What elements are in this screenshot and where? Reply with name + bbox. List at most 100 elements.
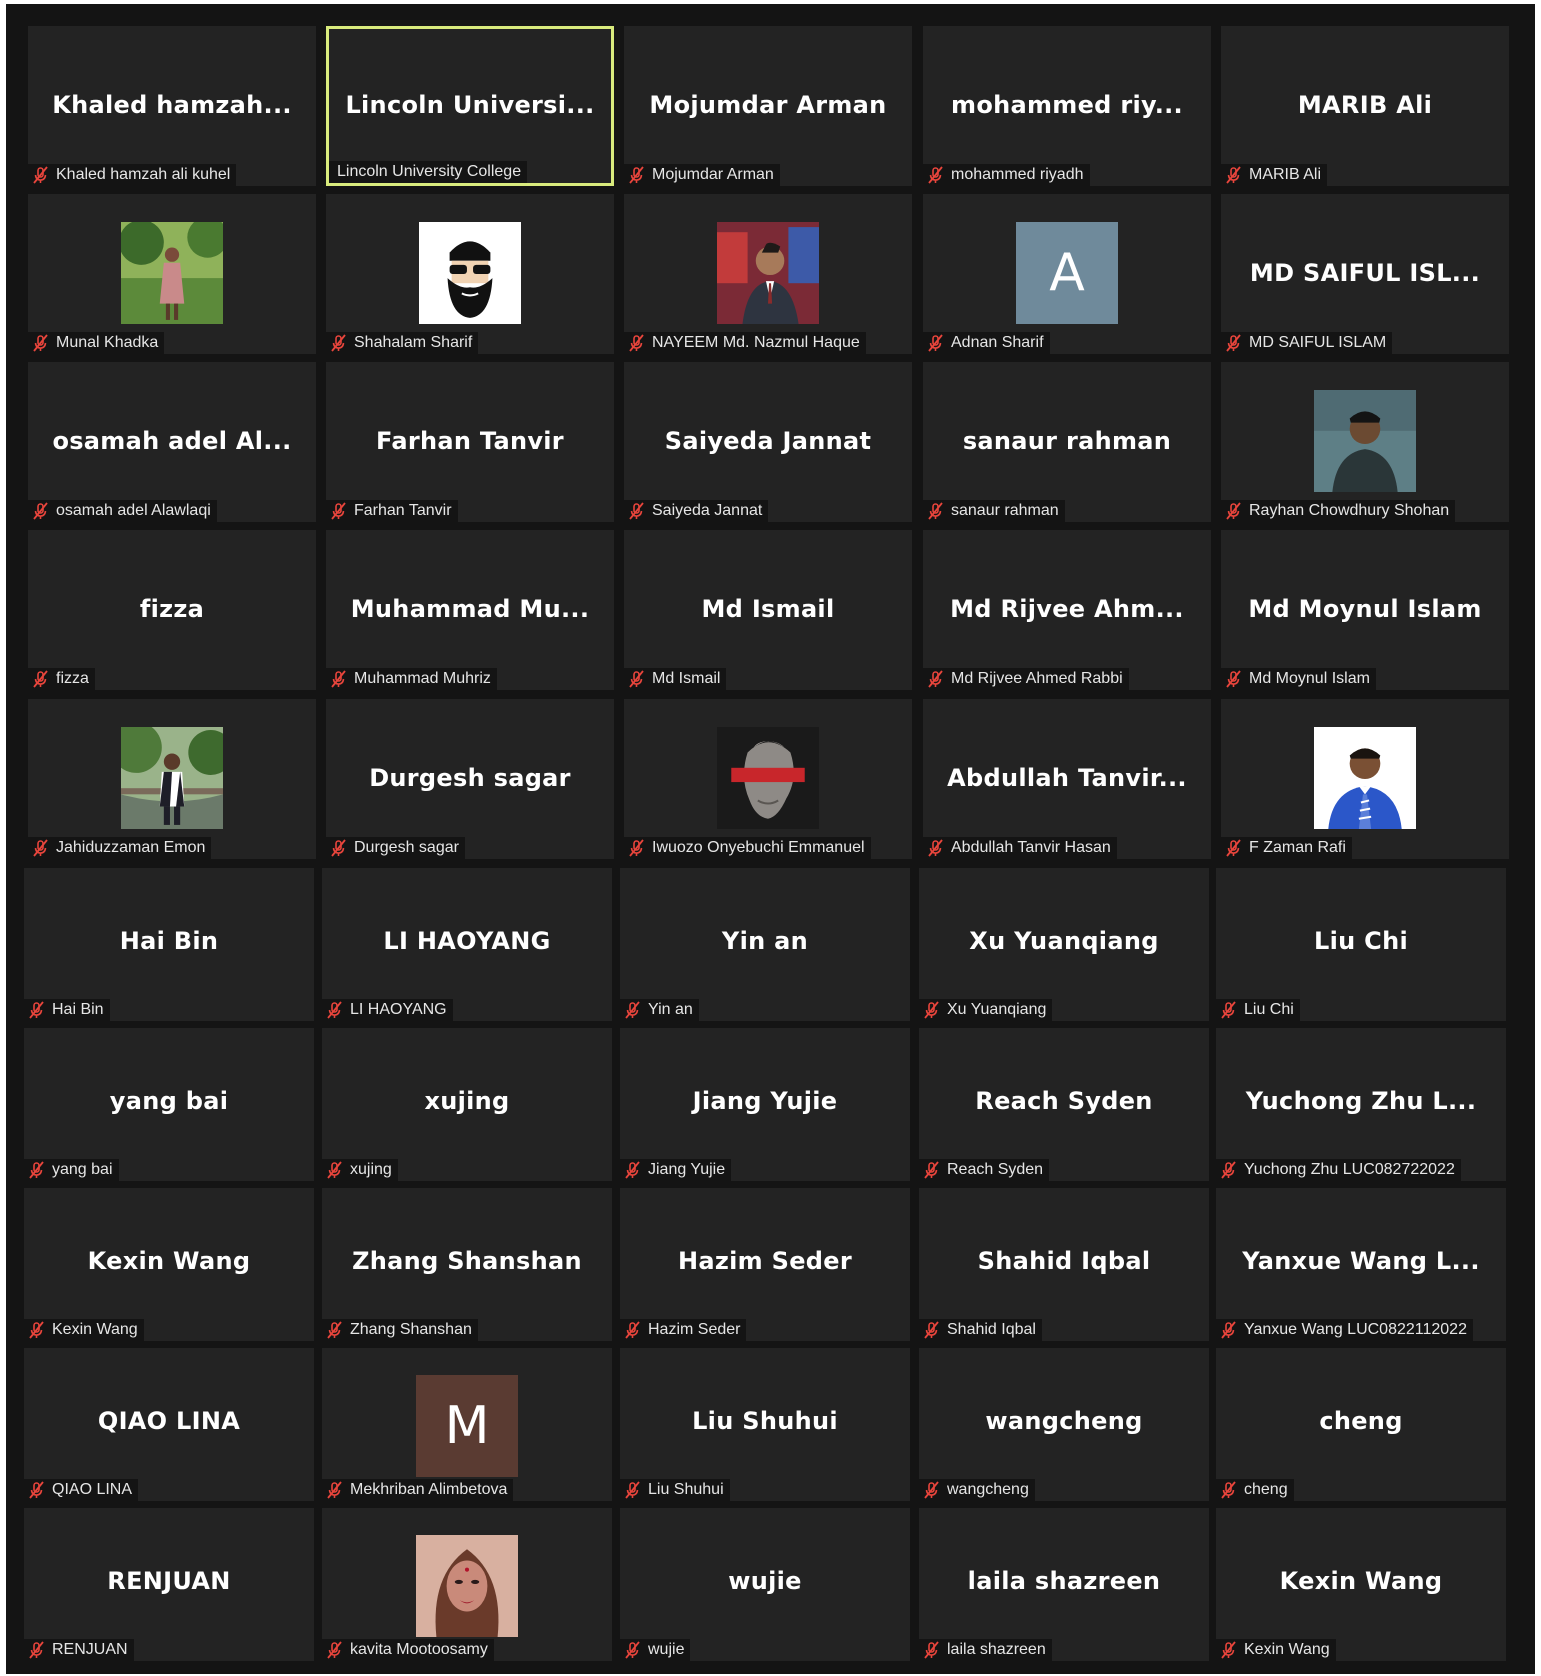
participant-tile[interactable]: Reach Syden Reach Syden [919,1028,1209,1181]
participant-tile[interactable]: cheng cheng [1216,1348,1506,1501]
participant-tile[interactable]: mohammed riy... mohammed riyadh [923,26,1211,186]
participant-name-label: Jahiduzzaman Emon [28,837,212,859]
avatar-letter: A [1049,243,1085,303]
participant-tile[interactable]: xujing xujing [322,1028,612,1181]
participant-tile[interactable]: sanaur rahman sanaur rahman [923,362,1211,522]
participant-tile[interactable]: Zhang Shanshan Zhang Shanshan [322,1188,612,1341]
participant-name-text: laila shazreen [947,1641,1046,1658]
participant-tile[interactable]: F Zaman Rafi [1221,699,1509,859]
participant-tile[interactable]: wujie wujie [620,1508,910,1661]
participant-display-name: Reach Syden [975,1087,1153,1115]
microphone-muted-icon [32,670,50,688]
participant-display-name: xujing [424,1087,510,1115]
participant-tile[interactable]: A Adnan Sharif [923,194,1211,354]
participant-name-text: MARIB Ali [1249,166,1322,183]
participant-tile[interactable]: Kexin Wang Kexin Wang [24,1188,314,1341]
participant-tile[interactable]: Jahiduzzaman Emon [28,699,316,859]
participant-tile[interactable]: Jiang Yujie Jiang Yujie [620,1028,910,1181]
man-on-bridge-photo [121,727,223,829]
participant-tile[interactable]: Hai Bin Hai Bin [24,868,314,1021]
participant-name-label: yang bai [24,1159,119,1181]
woman-portrait-photo [416,1535,518,1637]
participant-display-name: wujie [728,1567,802,1595]
participant-tile[interactable]: LI HAOYANG LI HAOYANG [322,868,612,1021]
participant-name-label: Shahalam Sharif [326,332,479,354]
participant-tile[interactable]: Saiyeda Jannat Saiyeda Jannat [624,362,912,522]
microphone-muted-icon [1220,1481,1238,1499]
participant-tile[interactable]: Muhammad Mu... Muhammad Muhriz [326,530,614,690]
participant-tile[interactable]: Shahid Iqbal Shahid Iqbal [919,1188,1209,1341]
participant-tile[interactable]: Shahalam Sharif [326,194,614,354]
microphone-muted-icon [28,1321,46,1339]
participant-display-name: Hazim Seder [678,1247,852,1275]
participant-tile[interactable]: Iwuozo Onyebuchi Emmanuel [624,699,912,859]
microphone-muted-icon [330,502,348,520]
participant-tile[interactable]: Liu Shuhui Liu Shuhui [620,1348,910,1501]
participant-tile[interactable]: Md Rijvee Ahm... Md Rijvee Ahmed Rabbi [923,530,1211,690]
participant-tile[interactable]: Rayhan Chowdhury Shohan [1221,362,1509,522]
participant-tile[interactable]: Mojumdar Arman Mojumdar Arman [624,26,912,186]
participant-name-label: Mojumdar Arman [624,164,780,186]
participant-name-text: sanaur rahman [951,502,1059,519]
participant-name-label: Md Moynul Islam [1221,668,1376,690]
participant-tile[interactable]: Munal Khadka [28,194,316,354]
participant-name-label: Reach Syden [919,1159,1050,1181]
participant-tile[interactable]: Abdullah Tanvir... Abdullah Tanvir Hasan [923,699,1211,859]
participant-tile[interactable]: Hazim Seder Hazim Seder [620,1188,910,1341]
participant-tile[interactable]: Lincoln Universi... Lincoln University Co… [326,26,614,186]
participant-tile[interactable]: Yin an Yin an [620,868,910,1021]
participant-tile[interactable]: Durgesh sagar Durgesh sagar [326,699,614,859]
participant-name-text: Kexin Wang [52,1321,138,1338]
participant-name-text: Mekhriban Alimbetova [350,1481,508,1498]
participant-tile[interactable]: Md Ismail Md Ismail [624,530,912,690]
participant-tile[interactable]: kavita Mootoosamy [322,1508,612,1661]
participant-name-label: RENJUAN [24,1639,134,1661]
participant-display-name: Kexin Wang [1279,1567,1443,1595]
participant-tile[interactable]: Farhan Tanvir Farhan Tanvir [326,362,614,522]
participant-display-name: RENJUAN [107,1567,231,1595]
participant-display-name: Yin an [721,927,809,955]
participant-tile[interactable]: laila shazreen laila shazreen [919,1508,1209,1661]
participant-display-name: LI HAOYANG [383,927,551,955]
participant-tile[interactable]: Yuchong Zhu L... Yuchong Zhu LUC082722022 [1216,1028,1506,1181]
participant-tile[interactable]: osamah adel Al... osamah adel Alawlaqi [28,362,316,522]
participant-name-label: MD SAIFUL ISLAM [1221,332,1393,354]
participant-tile[interactable]: MARIB Ali MARIB Ali [1221,26,1509,186]
participant-name-text: MD SAIFUL ISLAM [1249,334,1387,351]
participant-tile[interactable]: Yanxue Wang L... Yanxue Wang LUC082211202… [1216,1188,1506,1341]
participant-tile[interactable]: MD SAIFUL ISL... MD SAIFUL ISLAM [1221,194,1509,354]
participant-name-text: Adnan Sharif [951,334,1044,351]
participant-name-text: yang bai [52,1161,113,1178]
participant-display-name: Yanxue Wang L... [1242,1247,1480,1275]
participant-tile[interactable]: Liu Chi Liu Chi [1216,868,1506,1021]
participant-tile[interactable]: M Mekhriban Alimbetova [322,1348,612,1501]
participant-tile[interactable]: yang bai yang bai [24,1028,314,1181]
participant-name-text: mohammed riyadh [951,166,1084,183]
participant-name-text: Yin an [648,1001,693,1018]
avatar-initial: A [1016,222,1118,324]
participant-name-label: Mekhriban Alimbetova [322,1479,514,1501]
participant-tile[interactable]: NAYEEM Md. Nazmul Haque [624,194,912,354]
microphone-muted-icon [923,1481,941,1499]
microphone-muted-icon [326,1321,344,1339]
man-blue-shirt-photo [1314,727,1416,829]
participant-tile[interactable]: Khaled hamzah... Khaled hamzah ali kuhel [28,26,316,186]
participant-name-text: wujie [648,1641,685,1658]
participant-tile[interactable]: Md Moynul Islam Md Moynul Islam [1221,530,1509,690]
participant-name-label: F Zaman Rafi [1221,837,1352,859]
participant-tile[interactable]: Xu Yuanqiang Xu Yuanqiang [919,868,1209,1021]
participant-name-label: mohammed riyadh [923,164,1090,186]
participant-name-text: Lincoln University College [337,163,522,180]
participant-name-text: osamah adel Alawlaqi [56,502,211,519]
microphone-muted-icon [326,1641,344,1659]
participant-tile[interactable]: Kexin Wang Kexin Wang [1216,1508,1506,1661]
participant-display-name: osamah adel Al... [52,427,292,455]
participant-tile[interactable]: QIAO LINA QIAO LINA [24,1348,314,1501]
participant-tile[interactable]: RENJUAN RENJUAN [24,1508,314,1661]
participant-name-label: Farhan Tanvir [326,500,458,522]
participant-name-label: fizza [28,668,95,690]
participant-name-text: Durgesh sagar [354,839,459,856]
participant-tile[interactable]: wangcheng wangcheng [919,1348,1209,1501]
participant-tile[interactable]: fizza fizza [28,530,316,690]
microphone-muted-icon [1220,1001,1238,1019]
